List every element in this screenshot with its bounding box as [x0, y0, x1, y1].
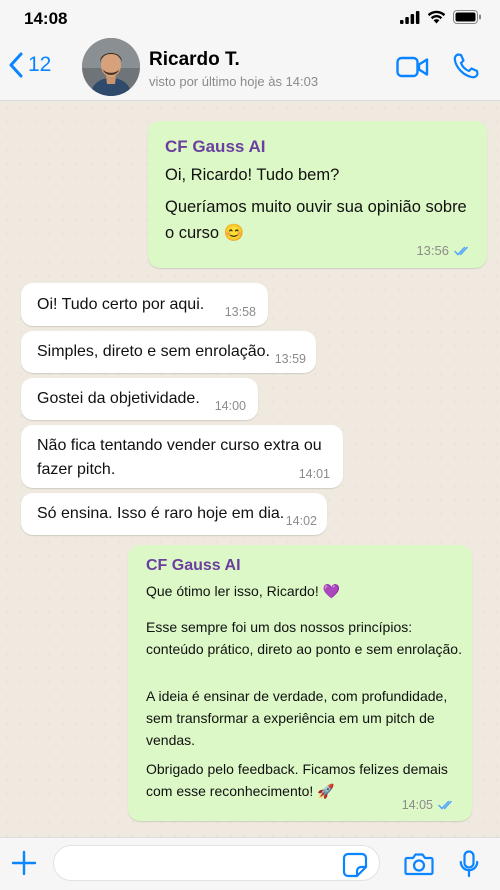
back-button[interactable]: 12	[8, 52, 51, 78]
message-time: 14:05	[401, 798, 433, 812]
back-chevron-icon	[9, 52, 23, 78]
message-meta: 13:56	[416, 243, 471, 258]
microphone-button[interactable]	[459, 850, 479, 883]
status-time: 14:08	[24, 9, 68, 28]
message-text: Não fica tentando vender curso extra ou …	[37, 437, 322, 478]
sticker-button[interactable]	[342, 852, 368, 883]
camera-button[interactable]	[404, 852, 434, 881]
sender-name: CF Gauss AI	[165, 137, 266, 156]
incoming-message[interactable]: Gostei da objetividade. 14:00	[21, 378, 258, 420]
signal-icon	[400, 10, 420, 24]
message-meta: 14:05	[402, 798, 455, 812]
camera-icon	[404, 853, 434, 876]
message-paragraph: Obrigado pelo feedback. Ficamos felizes …	[146, 761, 448, 799]
status-icons	[400, 10, 482, 24]
outgoing-message[interactable]: CF Gauss AI Oi, Ricardo! Tudo bem? Querí…	[148, 121, 487, 268]
avatar[interactable]	[82, 38, 140, 96]
read-ticks-icon	[438, 800, 452, 810]
contact-last-seen: visto por último hoje às 14:03	[149, 74, 319, 89]
message-text: Oi, Ricardo! Tudo bem?	[165, 166, 340, 184]
incoming-message[interactable]: Não fica tentando vender curso extra ou …	[21, 425, 343, 488]
composer-bar	[0, 837, 500, 890]
message-time: 14:01	[298, 467, 330, 481]
microphone-icon	[459, 850, 479, 878]
message-text: Oi! Tudo certo por aqui.	[37, 296, 205, 313]
chat-header: 12 Ricardo T. visto por último hoje às 1…	[0, 38, 500, 101]
message-paragraph: A ideia é ensinar de verdade, com profun…	[146, 688, 448, 748]
video-call-icon	[396, 56, 429, 78]
message-input[interactable]	[53, 845, 380, 881]
message-time: 14:00	[214, 399, 246, 413]
unread-count: 12	[28, 53, 52, 76]
video-call-button[interactable]	[396, 56, 429, 83]
message-text: Simples, direto e sem enrolação.	[37, 343, 270, 360]
incoming-message[interactable]: Só ensina. Isso é raro hoje em dia. 14:0…	[21, 493, 327, 535]
phone-icon	[453, 53, 479, 79]
message-time: 13:59	[274, 352, 306, 366]
voice-call-button[interactable]	[452, 52, 480, 85]
message-paragraph: Que ótimo ler isso, Ricardo! 💜	[146, 583, 341, 599]
message-time: 13:56	[416, 243, 449, 258]
contact-name[interactable]: Ricardo T.	[149, 49, 240, 71]
sticker-icon	[342, 852, 368, 878]
read-ticks-icon	[454, 246, 468, 256]
message-text: Gostei da objetividade.	[37, 390, 200, 407]
outgoing-message[interactable]: CF Gauss AI Que ótimo ler isso, Ricardo!…	[128, 545, 472, 821]
status-bar: 14:08	[0, 0, 500, 38]
message-text: Só ensina. Isso é raro hoje em dia.	[37, 505, 285, 522]
incoming-message[interactable]: Simples, direto e sem enrolação. 13:59	[21, 331, 316, 373]
wifi-icon	[427, 10, 446, 24]
sender-name: CF Gauss AI	[146, 557, 241, 574]
battery-icon	[453, 10, 481, 24]
message-paragraph: Esse sempre foi um dos nossos princípios…	[146, 619, 462, 657]
attach-button[interactable]	[11, 850, 37, 881]
incoming-message[interactable]: Oi! Tudo certo por aqui. 13:58	[21, 283, 268, 326]
message-time: 13:58	[224, 305, 256, 319]
message-text: Queríamos muito ouvir sua opinião sobre …	[165, 198, 467, 242]
message-time: 14:02	[285, 514, 317, 528]
plus-icon	[11, 850, 37, 876]
